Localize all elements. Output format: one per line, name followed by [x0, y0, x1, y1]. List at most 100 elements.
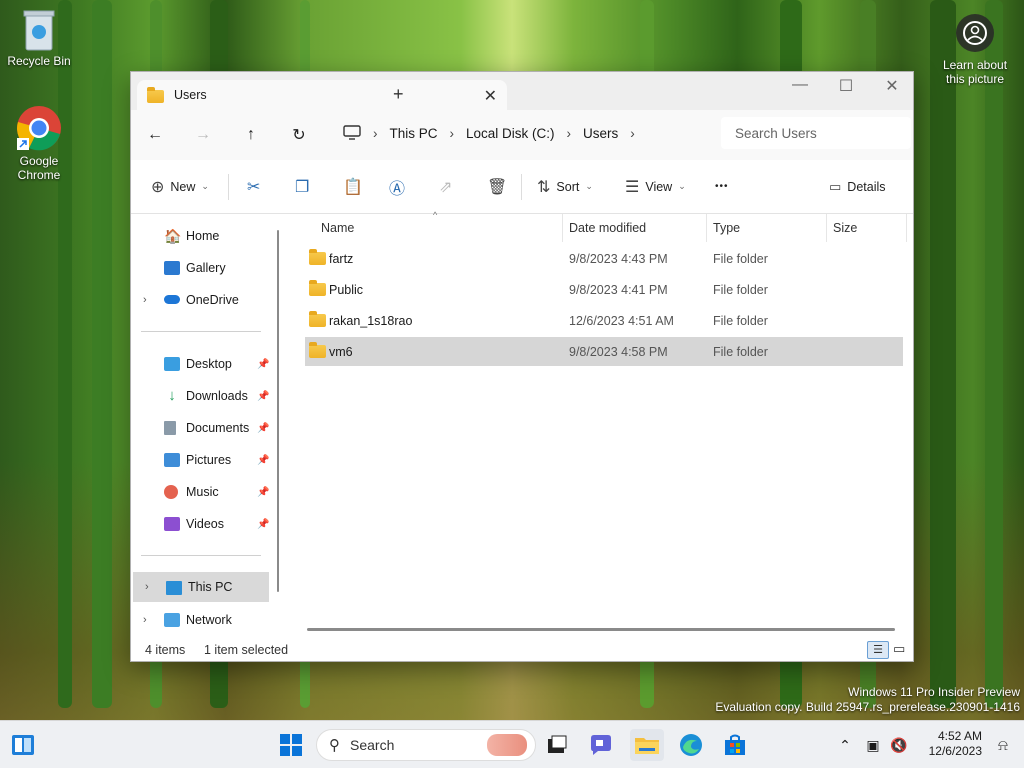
column-divider[interactable] [562, 214, 563, 242]
clock[interactable]: 4:52 AM 12/6/2023 [920, 729, 982, 759]
sidebar-item-pictures[interactable]: Pictures 📌 [131, 445, 271, 475]
file-explorer-taskbar-button[interactable] [630, 729, 664, 761]
monitor-icon [166, 581, 182, 595]
close-window-button[interactable]: ✕ [869, 76, 915, 96]
learn-label-line1: Learn about [942, 58, 1008, 72]
horizontal-scrollbar[interactable] [307, 628, 895, 631]
breadcrumb-local-disk[interactable]: Local Disk (C:) [466, 126, 555, 141]
column-date-modified[interactable]: Date modified [569, 221, 646, 235]
minimize-button[interactable]: — [777, 76, 823, 94]
new-tab-button[interactable]: + [393, 84, 404, 105]
sidebar-scrollbar[interactable] [277, 230, 279, 592]
rename-button[interactable]: Ⓐ [389, 175, 405, 199]
file-date: 12/6/2023 4:51 AM [569, 314, 674, 328]
sidebar-item-downloads[interactable]: ↓ Downloads 📌 [131, 381, 271, 411]
pin-icon[interactable]: 📌 [257, 359, 269, 370]
desktop-icon-google-chrome[interactable]: Google Chrome [0, 104, 78, 182]
sidebar-item-gallery[interactable]: Gallery [131, 253, 271, 283]
sidebar-item-onedrive[interactable]: › OneDrive [131, 285, 271, 315]
selection-count: 1 item selected [204, 643, 289, 657]
copy-button[interactable]: ❐ [295, 177, 309, 197]
close-tab-button[interactable]: ✕ [484, 86, 497, 106]
sidebar-item-this-pc[interactable]: › This PC [133, 572, 269, 602]
forward-button[interactable]: → [179, 126, 227, 144]
pin-icon[interactable]: 📌 [257, 391, 269, 402]
desktop-icon-recycle-bin[interactable]: Recycle Bin [0, 8, 78, 68]
pin-icon[interactable]: 📌 [257, 423, 269, 434]
maximize-button[interactable]: ☐ [823, 76, 869, 96]
bell-icon: ⍾ [998, 736, 1008, 754]
network-icon: ▣ [866, 736, 880, 753]
sidebar-label: OneDrive [186, 293, 239, 307]
chevron-right-icon[interactable]: › [145, 581, 149, 593]
divider [141, 331, 261, 332]
sidebar-item-home[interactable]: 🏠 Home [131, 221, 271, 251]
music-icon [164, 485, 178, 499]
start-button[interactable] [274, 729, 308, 761]
column-header-row: Name ^ Date modified Type Size [287, 210, 913, 242]
notifications-button[interactable]: ⍾ [986, 729, 1020, 761]
task-view-button[interactable] [540, 729, 574, 761]
refresh-button[interactable]: ↻ [275, 125, 323, 145]
file-name: vm6 [329, 345, 353, 359]
column-type[interactable]: Type [713, 221, 740, 235]
table-row[interactable]: Public 9/8/2023 4:41 PM File folder [305, 275, 903, 304]
column-divider[interactable] [906, 214, 907, 242]
widgets-button[interactable] [6, 729, 40, 761]
chevron-right-icon[interactable]: › [143, 614, 147, 626]
sort-label: Sort [556, 179, 580, 194]
windows-logo-icon [280, 734, 302, 756]
back-button[interactable]: ← [131, 126, 179, 144]
pin-icon[interactable]: 📌 [257, 487, 269, 498]
desktop-icon-learn-about-picture[interactable]: Learn about this picture [936, 8, 1014, 86]
pin-icon[interactable]: 📌 [257, 519, 269, 530]
column-divider[interactable] [706, 214, 707, 242]
column-divider[interactable] [826, 214, 827, 242]
sidebar-item-documents[interactable]: Documents 📌 [131, 413, 271, 443]
sidebar-item-network[interactable]: › Network [131, 605, 271, 635]
volume-tray-icon[interactable]: 🔇 [888, 729, 910, 761]
new-button[interactable]: ⊕ New ⌄ [151, 177, 209, 197]
address-bar[interactable]: › This PC › Local Disk (C:) › Users › [335, 117, 709, 149]
delete-button[interactable]: 🗑 [487, 177, 507, 197]
tiles-view-button[interactable]: ▭ [893, 641, 905, 657]
column-name[interactable]: Name [321, 221, 354, 235]
breadcrumb-this-pc[interactable]: This PC [390, 126, 438, 141]
table-row[interactable]: rakan_1s18rao 12/6/2023 4:51 AM File fol… [305, 306, 903, 335]
chat-button[interactable] [584, 729, 618, 761]
search-input[interactable]: Search Users [721, 117, 911, 149]
show-hidden-icons-button[interactable]: ⌃ [828, 729, 862, 761]
table-row-selected[interactable]: vm6 9/8/2023 4:58 PM File folder [305, 337, 903, 366]
column-size[interactable]: Size [833, 221, 857, 235]
up-button[interactable]: ↑ [227, 126, 275, 144]
view-button[interactable]: ☰ View ⌄ [625, 177, 686, 197]
details-pane-button[interactable]: ▭ Details [829, 179, 886, 195]
microsoft-store-button[interactable] [718, 729, 752, 761]
title-bar: Users ✕ + — ☐ ✕ [131, 72, 913, 110]
paste-button[interactable]: 📋 [343, 177, 363, 197]
navigation-pane: 🏠 Home Gallery › OneDrive Desktop 📌 ↓ Do… [131, 214, 279, 639]
sidebar-item-desktop[interactable]: Desktop 📌 [131, 349, 271, 379]
copy-icon: ❐ [295, 178, 310, 196]
cut-button[interactable]: ✂ [247, 177, 260, 197]
sidebar-item-videos[interactable]: Videos 📌 [131, 509, 271, 539]
file-date: 9/8/2023 4:43 PM [569, 252, 668, 266]
edge-button[interactable] [674, 729, 708, 761]
recycle-bin-label: Recycle Bin [7, 54, 71, 68]
table-row[interactable]: fartz 9/8/2023 4:43 PM File folder [305, 244, 903, 273]
details-view-button[interactable]: ☰ [867, 641, 889, 659]
taskbar-search[interactable]: ⚲ Search [316, 729, 536, 761]
breadcrumb-users[interactable]: Users [583, 126, 618, 141]
more-options-button[interactable]: ••• [715, 181, 729, 192]
share-button[interactable]: ⇗ [439, 177, 452, 197]
file-name: rakan_1s18rao [329, 314, 413, 328]
chevron-right-icon[interactable]: › [630, 126, 635, 141]
network-tray-icon[interactable]: ▣ [862, 729, 884, 761]
sidebar-label: Music [186, 485, 219, 499]
chevron-right-icon[interactable]: › [143, 294, 147, 306]
sort-button[interactable]: ⇅ Sort ⌄ [537, 177, 593, 197]
sidebar-item-music[interactable]: Music 📌 [131, 477, 271, 507]
tab-users[interactable]: Users ✕ [137, 80, 507, 110]
trash-icon: 🗑 [487, 178, 508, 196]
pin-icon[interactable]: 📌 [257, 455, 269, 466]
